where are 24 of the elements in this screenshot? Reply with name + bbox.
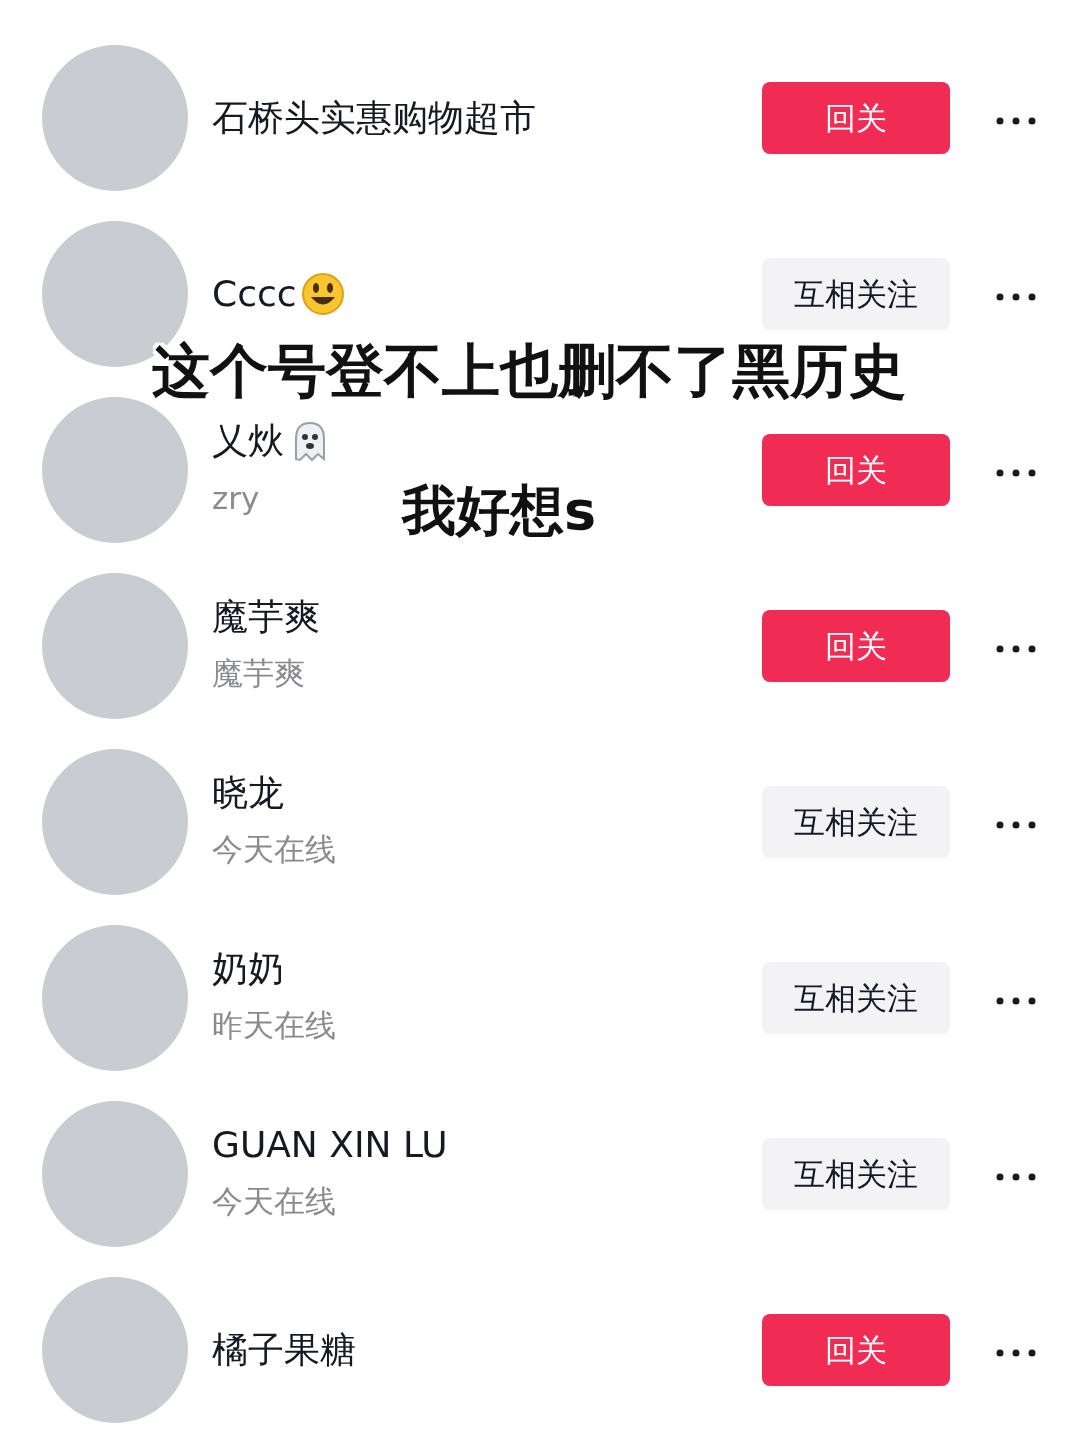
user-status: 今天在线 [212,830,336,870]
video-caption: 这个号登不上也删不了黑历史 [152,336,906,407]
user-status: 魔芋爽 [212,654,305,694]
user-status: zry [212,478,260,518]
video-caption: 我好想s [402,478,597,544]
user-name: 乂炏 [212,419,284,463]
user-name: 魔芋爽 [212,595,320,639]
mutual-follow-button[interactable]: 互相关注 [762,1138,950,1210]
mutual-follow-button[interactable]: 互相关注 [762,962,950,1034]
user-name: GUAN XIN LU [212,1123,448,1167]
user-name: 晓龙 [212,771,284,815]
follow-back-button[interactable]: 回关 [762,610,950,682]
smiley-icon [300,272,345,316]
user-name: 橘子果糖 [212,1328,356,1372]
user-name: 石桥头实惠购物超市 [212,96,536,140]
user-name: 奶奶 [212,947,284,991]
follow-back-button[interactable]: 回关 [762,82,950,154]
follow-back-button[interactable]: 回关 [762,434,950,506]
mutual-follow-button[interactable]: 互相关注 [762,786,950,858]
user-status: 昨天在线 [212,1006,336,1046]
user-status: 今天在线 [212,1182,336,1222]
mutual-follow-button[interactable]: 互相关注 [762,258,950,330]
user-name: Cccc [212,272,297,316]
follow-back-button[interactable]: 回关 [762,1314,950,1386]
